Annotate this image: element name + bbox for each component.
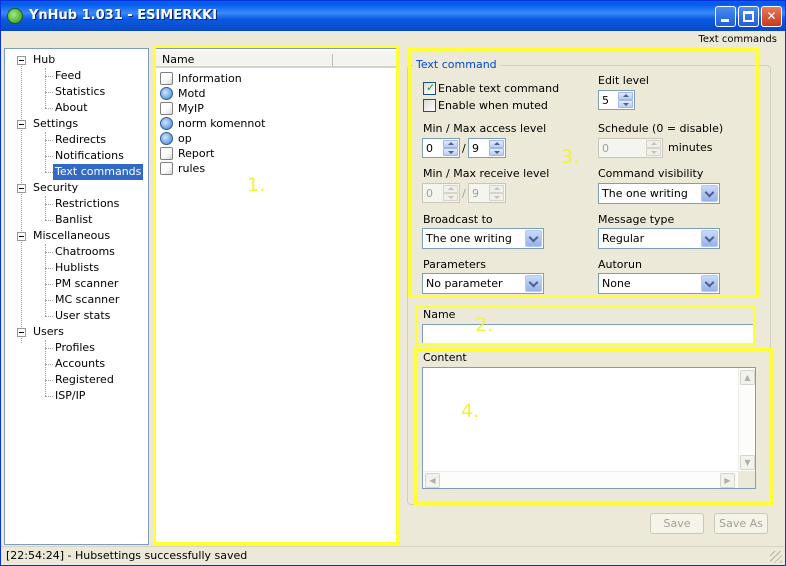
status-bar: [22:54:24] - Hubsettings successfully sa…: [1, 546, 785, 565]
tree-line: [45, 92, 53, 93]
tree-group-settings[interactable]: Settings: [17, 116, 78, 132]
tree-line: [45, 220, 53, 221]
close-button[interactable]: ✕: [761, 6, 782, 27]
annotation-label-3: 3.: [561, 146, 580, 168]
tree-line: [45, 300, 53, 301]
tree-line: [21, 63, 22, 343]
annotation-box-3: [408, 48, 759, 298]
minimize-icon: [721, 19, 729, 22]
tree-item-profiles[interactable]: Profiles: [53, 340, 97, 356]
tree-line: [45, 76, 53, 77]
tree-line: [45, 132, 46, 172]
tree-line: [45, 348, 53, 349]
annotation-label-2: 2.: [475, 314, 494, 336]
tree-line: [45, 364, 53, 365]
tree-line: [45, 108, 53, 109]
tree-group-security[interactable]: Security: [17, 180, 78, 196]
tree-line: [45, 244, 46, 316]
tree-item-banlist[interactable]: Banlist: [53, 212, 94, 228]
app-icon: [7, 8, 23, 24]
annotation-label-4: 4.: [461, 400, 480, 422]
tree-line: [45, 316, 53, 317]
tree-item-accounts[interactable]: Accounts: [53, 356, 107, 372]
tree-line: [45, 204, 53, 205]
maximize-icon: [743, 11, 754, 22]
tree-item-pm-scanner[interactable]: PM scanner: [53, 276, 120, 292]
tree-line: [45, 396, 53, 397]
annotation-label-1: 1.: [247, 174, 266, 196]
tree-item-user-stats[interactable]: User stats: [53, 308, 112, 324]
collapse-icon: [17, 232, 26, 241]
section-label: Text commands: [698, 34, 777, 45]
window-title: YnHub 1.031 - ESIMERKKI: [29, 8, 218, 23]
tree-item-redirects[interactable]: Redirects: [53, 132, 108, 148]
tree-line: [45, 172, 53, 173]
tree-line: [45, 156, 53, 157]
collapse-icon: [17, 56, 26, 65]
tree-item-chatrooms[interactable]: Chatrooms: [53, 244, 117, 260]
tree-item-mc-scanner[interactable]: MC scanner: [53, 292, 121, 308]
tree-item-statistics[interactable]: Statistics: [53, 84, 107, 100]
collapse-icon: [17, 328, 26, 337]
status-text: [22:54:24] - Hubsettings successfully sa…: [6, 549, 248, 562]
settings-tree[interactable]: Hub Feed Statistics About Settings Redir…: [4, 48, 149, 545]
tree-item-isp-ip[interactable]: ISP/IP: [53, 388, 87, 404]
collapse-icon: [17, 184, 26, 193]
tree-line: [45, 252, 53, 253]
tree-item-text-commands[interactable]: Text commands: [53, 164, 144, 180]
collapse-icon: [17, 120, 26, 129]
app-window: YnHub 1.031 - ESIMERKKI ✕ Text commands …: [0, 0, 786, 566]
tree-item-notifications[interactable]: Notifications: [53, 148, 126, 164]
tree-item-feed[interactable]: Feed: [53, 68, 83, 84]
tree-line: [45, 68, 46, 108]
tree-group-hub[interactable]: Hub: [17, 52, 55, 68]
save-as-button[interactable]: Save As: [714, 513, 768, 534]
tree-item-about[interactable]: About: [53, 100, 90, 116]
tree-line: [45, 380, 53, 381]
tree-item-restrictions[interactable]: Restrictions: [53, 196, 121, 212]
resize-grip-icon[interactable]: [770, 551, 782, 563]
tree-line: [45, 284, 53, 285]
close-icon: ✕: [766, 9, 777, 23]
tree-line: [45, 196, 46, 220]
tree-line: [45, 268, 53, 269]
minimize-button[interactable]: [715, 6, 736, 27]
tree-item-hublists[interactable]: Hublists: [53, 260, 101, 276]
tree-item-registered[interactable]: Registered: [53, 372, 116, 388]
tree-group-miscellaneous[interactable]: Miscellaneous: [17, 228, 110, 244]
title-bar[interactable]: YnHub 1.031 - ESIMERKKI ✕: [1, 1, 785, 31]
annotation-box-2: [415, 305, 756, 346]
annotation-box-4: [414, 348, 773, 505]
tree-line: [45, 140, 53, 141]
save-button[interactable]: Save: [650, 513, 704, 534]
tree-group-users[interactable]: Users: [17, 324, 64, 340]
annotation-box-1: [153, 45, 399, 545]
maximize-button[interactable]: [738, 6, 759, 27]
